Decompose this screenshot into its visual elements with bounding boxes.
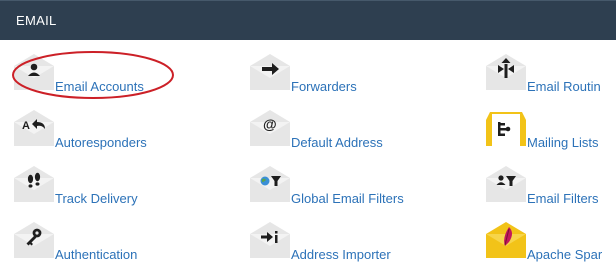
item-label: Global Email Filters [291, 191, 404, 206]
feather-icon [484, 220, 528, 260]
routing-icon [484, 52, 528, 92]
default-address-link[interactable]: @ Default Address [236, 108, 476, 164]
forwarders-link[interactable]: Forwarders [236, 52, 476, 108]
email-section-header: EMAIL [0, 0, 616, 40]
mailing-list-icon [484, 108, 528, 148]
user-filter-icon [484, 164, 528, 204]
mailing-lists-link[interactable]: Mailing Lists [472, 108, 616, 164]
email-filters-link[interactable]: Email Filters [472, 164, 616, 220]
item-label: Default Address [291, 135, 383, 150]
at-sign-icon: @ [248, 108, 292, 148]
item-label: Apache Spar [527, 247, 603, 262]
footprints-icon [12, 164, 56, 204]
section-title: EMAIL [16, 13, 57, 28]
item-label: Authentication [55, 247, 138, 262]
address-importer-link[interactable]: Address Importer [236, 220, 476, 276]
import-icon [248, 220, 292, 260]
item-label: Email Accounts [55, 79, 144, 94]
item-label: Email Routin [527, 79, 601, 94]
item-label: Forwarders [291, 79, 357, 94]
arrow-right-icon [248, 52, 292, 92]
item-label: Address Importer [291, 247, 391, 262]
apache-spamassassin-link[interactable]: Apache Spar [472, 220, 616, 276]
item-label: Mailing Lists [527, 135, 599, 150]
svg-text:A: A [22, 120, 30, 132]
email-routing-link[interactable]: Email Routin [472, 52, 616, 108]
svg-text:@: @ [263, 116, 277, 132]
email-tools-grid: Email Accounts Forwarders Email Routin A… [0, 40, 616, 280]
autoresponders-link[interactable]: A Autoresponders [0, 108, 240, 164]
autoresponder-icon: A [12, 108, 56, 148]
key-icon [12, 220, 56, 260]
item-label: Track Delivery [55, 191, 138, 206]
global-filter-icon [248, 164, 292, 204]
email-accounts-link[interactable]: Email Accounts [0, 52, 240, 108]
user-icon [12, 52, 56, 92]
item-label: Email Filters [527, 191, 599, 206]
item-label: Autoresponders [55, 135, 147, 150]
authentication-link[interactable]: Authentication [0, 220, 240, 276]
global-email-filters-link[interactable]: Global Email Filters [236, 164, 476, 220]
track-delivery-link[interactable]: Track Delivery [0, 164, 240, 220]
